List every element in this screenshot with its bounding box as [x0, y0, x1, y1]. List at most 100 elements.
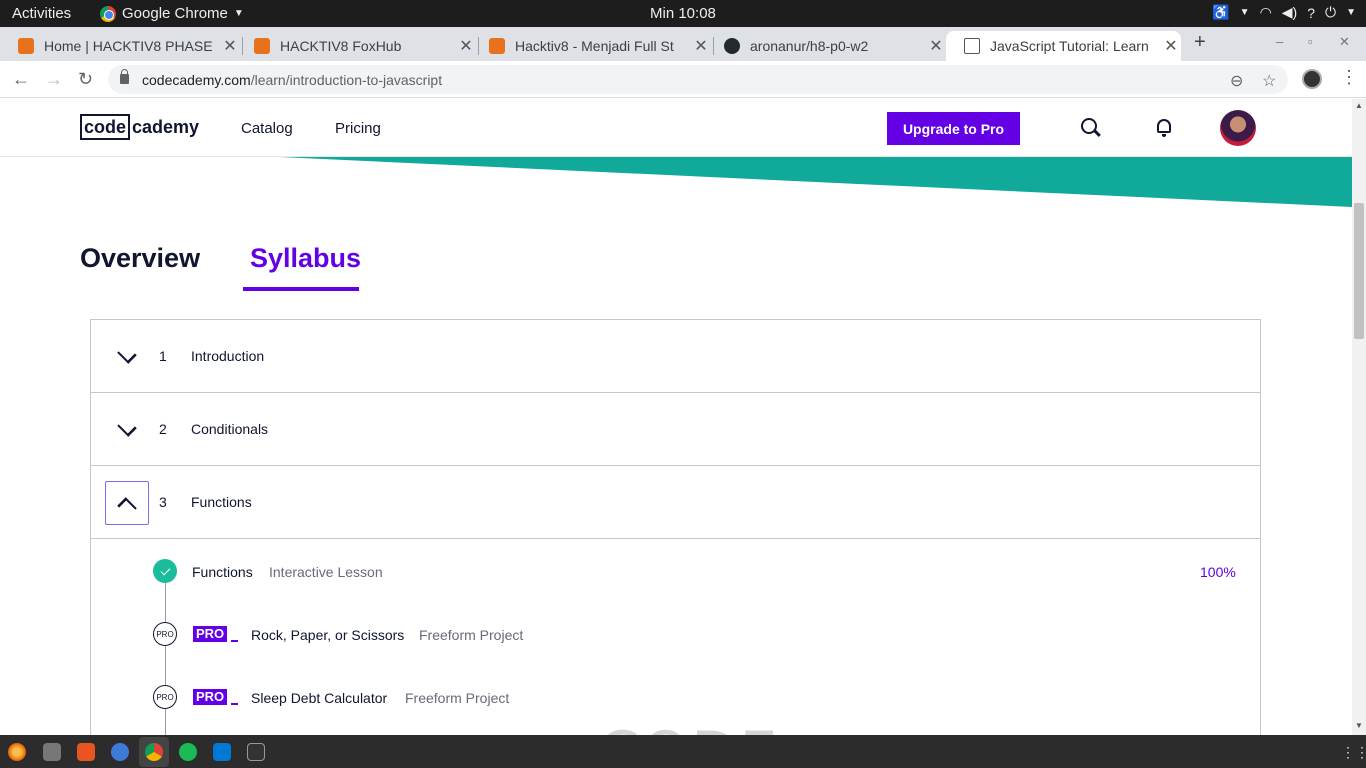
module-name: Conditionals — [191, 421, 269, 437]
gnome-top-bar: Activities Google Chrome ▼ Min 10:08 ♿ ▼… — [0, 0, 1366, 27]
nav-pricing[interactable]: Pricing — [335, 120, 381, 137]
logo-code: code — [80, 114, 131, 140]
zoom-icon[interactable]: ⊖ — [1230, 71, 1243, 91]
close-window-icon[interactable]: ✕ — [1339, 34, 1350, 50]
page-viewport: code cademy Catalog Pricing Upgrade to P… — [0, 99, 1352, 735]
user-avatar[interactable] — [1220, 110, 1256, 146]
url-host: codecademy.com — [142, 71, 251, 88]
firefox-icon[interactable] — [8, 743, 26, 761]
chevron-up-icon — [117, 497, 137, 517]
help-icon: ? — [1307, 4, 1316, 21]
fox-favicon-icon — [254, 38, 270, 54]
lesson-list: Functions Interactive Lesson 100% PRO PR… — [91, 539, 1260, 735]
scroll-up-arrow-icon[interactable]: ▲ — [1355, 101, 1363, 110]
expand-toggle[interactable] — [105, 408, 149, 452]
pro-badge-underscore — [231, 703, 238, 705]
expand-toggle[interactable] — [105, 335, 149, 379]
chrome-icon[interactable] — [145, 743, 163, 761]
chrome-icon — [100, 5, 116, 22]
module-number: 2 — [159, 421, 167, 437]
site-header: code cademy Catalog Pricing Upgrade to P… — [0, 99, 1352, 157]
browser-tab-active[interactable]: JavaScript Tutorial: Learn ✕ — [946, 31, 1181, 61]
module-number: 3 — [159, 494, 167, 510]
lesson-name[interactable]: Functions — [192, 564, 253, 580]
tab-title: HACKTIV8 FoxHub — [280, 38, 402, 54]
star-icon[interactable]: ☆ — [1262, 71, 1276, 91]
reload-icon[interactable]: ↻ — [78, 69, 93, 90]
power-icon: ⏻ — [1325, 4, 1337, 20]
lesson-name[interactable]: Sleep Debt Calculator — [251, 690, 387, 706]
collapse-toggle[interactable] — [105, 481, 149, 525]
forward-arrow-icon[interactable]: → — [45, 69, 63, 90]
pro-badge: PRO — [193, 626, 228, 642]
logo-cademy: cademy — [132, 117, 200, 137]
lesson-item[interactable]: Functions Interactive Lesson 100% — [91, 557, 1260, 587]
close-icon[interactable]: ✕ — [1161, 36, 1181, 56]
ubuntu-dock: ⋮⋮⋮ — [0, 735, 1366, 768]
browser-tab[interactable]: Home | HACKTIV8 PHASE ✕ — [0, 31, 240, 61]
menu-kebab-icon[interactable]: ⋮ — [1340, 67, 1358, 88]
minimize-icon[interactable]: ‒ — [1276, 34, 1283, 49]
lesson-item[interactable]: PRO PRO Rock, Paper, or Scissors Freefor… — [91, 620, 1260, 650]
codecademy-logo[interactable]: code cademy — [80, 114, 199, 140]
address-bar[interactable]: codecademy.com/learn/introduction-to-jav… — [108, 65, 1288, 94]
chevron-down-icon: ▼ — [1239, 7, 1250, 18]
module-row-expanded[interactable]: 3 Functions — [91, 466, 1260, 539]
browser-tab[interactable]: aronanur/h8-p0-w2 ✕ — [706, 31, 946, 61]
accessibility-icon[interactable]: ♿ — [1212, 4, 1229, 21]
tab-overview[interactable]: Overview — [80, 243, 200, 274]
scrollbar-thumb[interactable] — [1354, 203, 1364, 339]
syllabus-list: 1 Introduction 2 Conditionals 3 Function… — [90, 319, 1261, 735]
scroll-down-arrow-icon[interactable]: ▼ — [1355, 721, 1363, 730]
help-icon[interactable] — [111, 743, 129, 761]
chevron-down-icon — [117, 344, 137, 364]
system-tray[interactable]: ♿ ▼ ◠ ◀) ? ⏻ ▼ — [1212, 4, 1356, 21]
lesson-type: Freeform Project — [419, 627, 524, 643]
tab-syllabus[interactable]: Syllabus — [250, 243, 361, 274]
module-name: Introduction — [191, 348, 265, 364]
chevron-down-icon: ▼ — [233, 8, 244, 19]
app-grid-icon[interactable]: ⋮⋮⋮ — [1341, 744, 1366, 761]
maximize-icon[interactable]: ▫ — [1308, 34, 1313, 49]
url-path: /learn/introduction-to-javascript — [250, 71, 443, 88]
tab-strip: Home | HACKTIV8 PHASE ✕ HACKTIV8 FoxHub … — [0, 27, 1366, 61]
upgrade-to-pro-button[interactable]: Upgrade to Pro — [887, 112, 1020, 145]
close-icon[interactable]: ✕ — [926, 36, 946, 56]
vscode-icon[interactable] — [213, 743, 231, 761]
lesson-type: Freeform Project — [405, 690, 510, 706]
browser-profile-avatar[interactable] — [1302, 69, 1322, 89]
app-menu-label: Google Chrome — [122, 5, 228, 22]
page-scrollbar[interactable]: ▲ ▼ — [1352, 99, 1366, 735]
back-arrow-icon[interactable]: ← — [12, 69, 30, 90]
search-icon[interactable] — [1081, 118, 1097, 134]
checkmark-icon — [153, 559, 177, 583]
tab-title: aronanur/h8-p0-w2 — [750, 38, 869, 54]
notification-bell-icon[interactable] — [1157, 119, 1171, 137]
clock[interactable]: Min 10:08 — [650, 5, 716, 22]
app-menu[interactable]: Google Chrome ▼ — [100, 5, 244, 22]
active-tab-indicator — [243, 287, 359, 291]
module-row[interactable]: 2 Conditionals — [91, 393, 1260, 466]
browser-tab[interactable]: Hacktiv8 - Menjadi Full St ✕ — [471, 31, 711, 61]
tab-title: Home | HACKTIV8 PHASE — [44, 38, 213, 54]
volume-icon: ◀) — [1281, 4, 1298, 20]
new-tab-icon[interactable]: + — [1194, 31, 1206, 54]
chevron-down-icon — [117, 417, 137, 437]
module-row[interactable]: 1 Introduction — [91, 320, 1260, 393]
browser-tab[interactable]: HACKTIV8 FoxHub ✕ — [236, 31, 476, 61]
software-icon[interactable] — [77, 743, 95, 761]
decorative-teal-band — [280, 157, 1352, 207]
pro-lock-icon: PRO — [153, 685, 177, 709]
files-icon[interactable] — [43, 743, 61, 761]
lesson-item[interactable]: PRO PRO Sleep Debt Calculator Freeform P… — [91, 683, 1260, 713]
lock-icon[interactable] — [120, 69, 129, 84]
lesson-name[interactable]: Rock, Paper, or Scissors — [251, 627, 404, 643]
spotify-icon[interactable] — [179, 743, 197, 761]
codecademy-favicon-icon — [964, 38, 980, 54]
terminal-icon[interactable] — [247, 743, 265, 761]
pro-badge-underscore — [231, 640, 238, 642]
pro-lock-icon: PRO — [153, 622, 177, 646]
activities-button[interactable]: Activities — [12, 5, 71, 22]
fox-favicon-icon — [489, 38, 505, 54]
nav-catalog[interactable]: Catalog — [241, 120, 293, 137]
